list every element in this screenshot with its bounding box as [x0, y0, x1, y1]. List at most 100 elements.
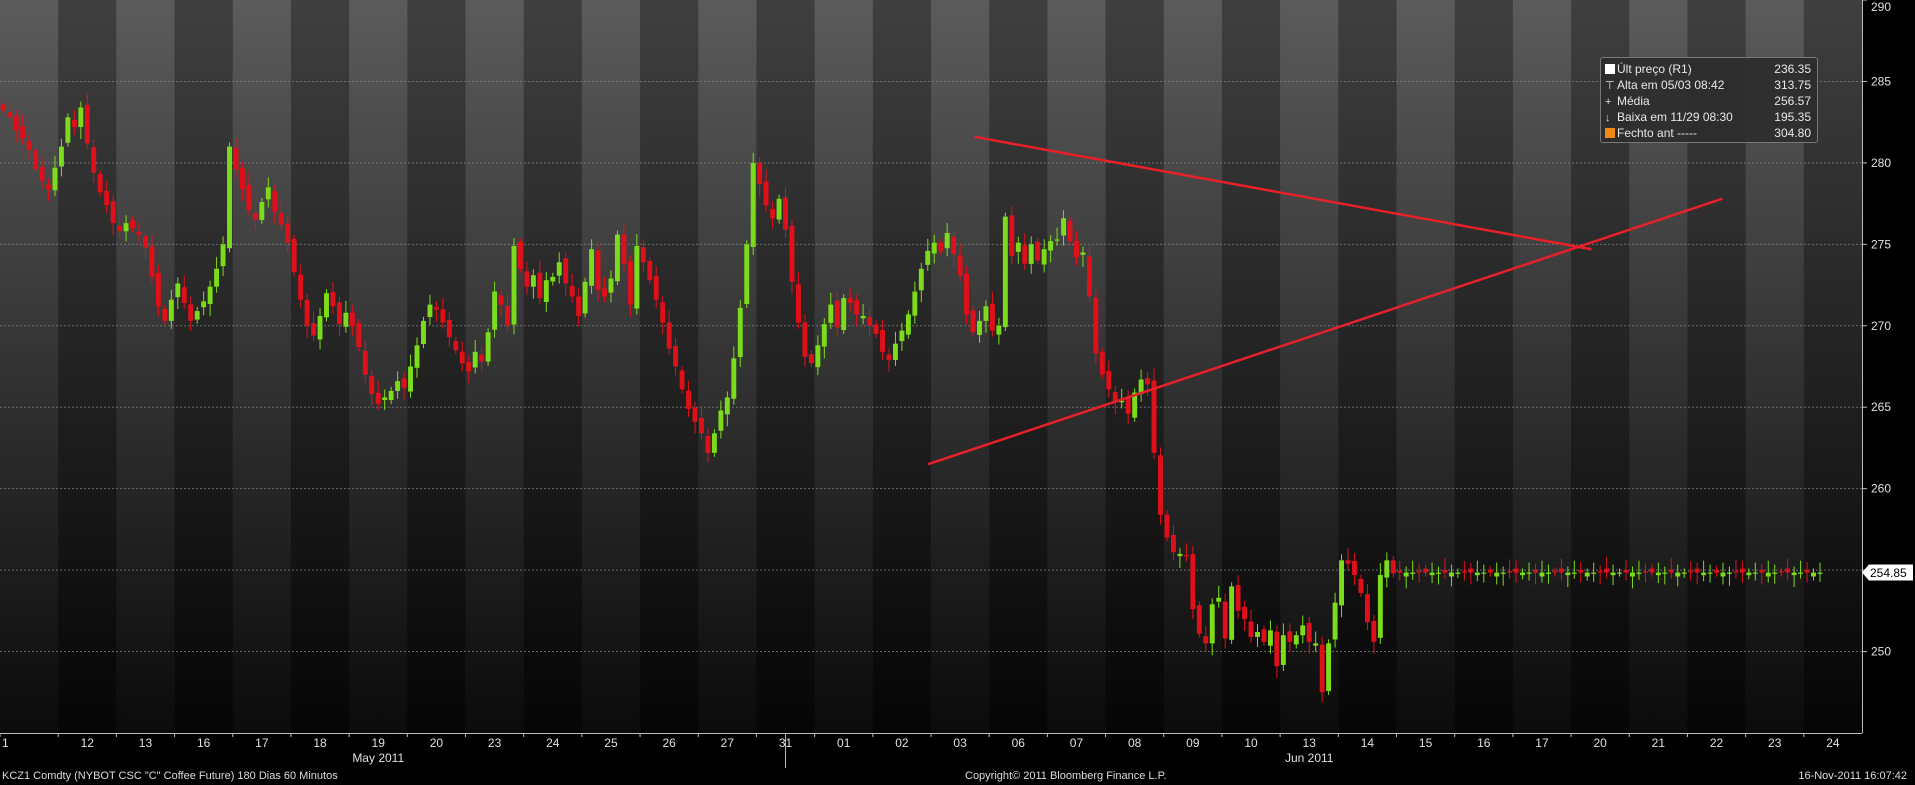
candle-body [1015, 242, 1021, 252]
candle-body [731, 358, 737, 399]
candle-body [1300, 625, 1306, 636]
candle-body [1707, 572, 1713, 574]
candle-body [537, 272, 543, 299]
candle-body [162, 308, 168, 321]
candle-body [802, 322, 808, 357]
candle-body [750, 162, 756, 247]
square-icon [1605, 64, 1615, 74]
candle-body [1086, 256, 1092, 297]
candle-body [686, 390, 692, 409]
price-tick-label: 250 [1871, 645, 1891, 659]
candle-body [1248, 621, 1254, 637]
candle-body [970, 310, 976, 333]
candle-body [1377, 574, 1383, 638]
candle-body [673, 345, 679, 367]
candle-body [821, 324, 827, 347]
date-tick-label: 1 [2, 736, 9, 750]
candle-body [595, 250, 601, 290]
date-tick-label: 01 [837, 736, 851, 750]
candle-body [52, 167, 58, 191]
candle-body [1332, 602, 1338, 640]
candle-body [414, 345, 420, 368]
candle-body [964, 273, 970, 315]
candle-body [123, 223, 129, 232]
chart-stage: 250255260265270275280285290254.851121316… [0, 0, 1915, 785]
candle-body [1280, 635, 1286, 665]
candle-body [744, 244, 750, 304]
candle-body [873, 324, 879, 334]
candle-body [388, 390, 394, 401]
date-tick-label: 21 [1652, 736, 1666, 750]
candle-body [1798, 572, 1804, 574]
candle-body [1313, 643, 1319, 646]
candle-body [1610, 572, 1616, 576]
legend-row-prev-close: Fechto ant ----- 304.80 [1605, 125, 1811, 141]
candle-body [511, 245, 517, 325]
candle-body [1326, 643, 1332, 691]
candle-body [892, 343, 898, 360]
candle-body [1151, 380, 1157, 453]
candle-body [1811, 572, 1816, 577]
candle-body [1255, 632, 1260, 637]
candle-body [692, 407, 698, 422]
candle-body [349, 312, 355, 326]
candle-body [311, 323, 317, 336]
candle-body [298, 274, 304, 300]
candle-body [408, 366, 414, 392]
candle-body [699, 417, 704, 434]
candle-body [1668, 569, 1674, 573]
candle-body [1080, 252, 1086, 255]
day-column-band [290, 0, 350, 733]
candle-body [1520, 572, 1526, 576]
candle-body [1410, 572, 1416, 574]
candle-body [1688, 571, 1694, 573]
price-tick-label: 280 [1871, 156, 1891, 170]
candle-body [188, 304, 194, 321]
candle-body [265, 187, 271, 200]
candle-body [796, 284, 801, 323]
month-label: May 2011 [352, 751, 404, 765]
legend-label: Baixa em 11/29 08:30 [1617, 110, 1733, 124]
date-tick-label: 16 [197, 736, 211, 750]
candle-body [886, 354, 892, 360]
candle-body [1242, 606, 1248, 619]
legend-label: Últ preço (R1) [1617, 62, 1692, 76]
candle-body [1791, 572, 1797, 576]
candle-body [1461, 571, 1467, 573]
date-tick-label: 26 [662, 736, 676, 750]
candle-body [1074, 241, 1079, 258]
date-tick-label: 24 [546, 736, 560, 750]
candle-body [602, 288, 607, 297]
candle-body [1035, 241, 1041, 261]
candle-body [421, 320, 426, 345]
candle-body [1306, 622, 1312, 642]
candle-body [1752, 572, 1758, 574]
last-price-label: 254.85 [1870, 566, 1907, 580]
footer-timestamp: 16-Nov-2011 16:07:42 [1798, 770, 1907, 782]
candle-body [1009, 215, 1015, 256]
day-column-band [349, 0, 408, 733]
candle-body [1203, 636, 1209, 644]
candle-body [931, 242, 937, 254]
candle-body [705, 435, 711, 453]
date-tick-label: 27 [721, 736, 735, 750]
day-column-band [814, 0, 874, 733]
date-tick-label: 02 [895, 736, 909, 750]
candle-body [278, 213, 284, 225]
candle-body [989, 303, 995, 331]
day-column-band [581, 0, 641, 733]
candle-body [634, 245, 640, 309]
legend-row-average: + Média 256.57 [1605, 93, 1811, 109]
date-tick-label: 13 [139, 736, 153, 750]
candle-body [259, 201, 265, 220]
candle-body [1533, 569, 1538, 573]
candle-body [1028, 244, 1034, 264]
candle-body [1442, 569, 1448, 573]
date-tick-label: 17 [255, 736, 269, 750]
candle-body [78, 107, 84, 128]
candle-body [65, 117, 71, 143]
candle-body [492, 291, 498, 330]
candle-body [1448, 572, 1454, 577]
price-tick-label: 260 [1871, 482, 1891, 496]
candle-body [1067, 220, 1073, 242]
